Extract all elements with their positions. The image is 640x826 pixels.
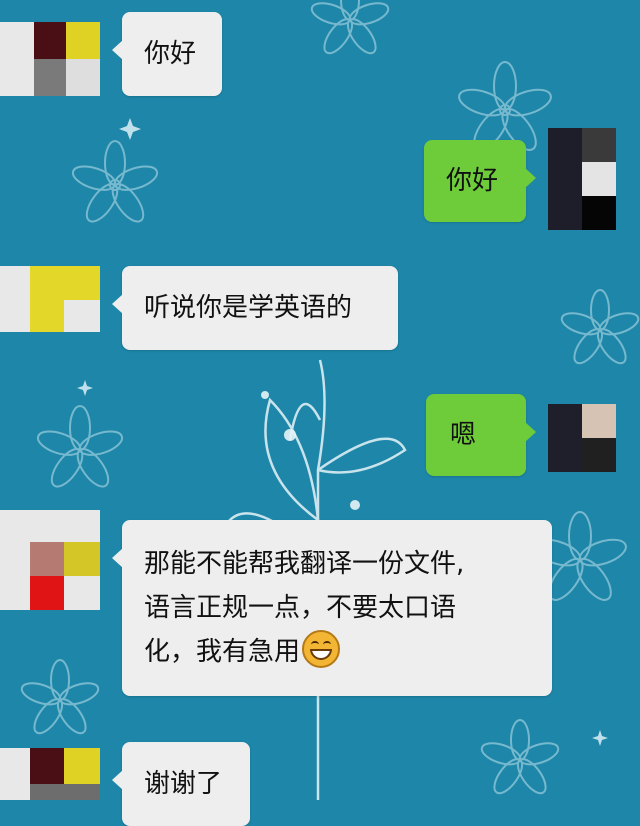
message-text: 你好 — [144, 39, 197, 69]
message-text: 你好 — [446, 166, 499, 196]
grinning-face-icon — [302, 630, 341, 668]
message-text: 嗯 — [450, 420, 477, 450]
message-bubble-sent[interactable]: 你好 — [424, 140, 536, 222]
message-line: 语言正规一点，不要太口语 — [144, 593, 457, 623]
message-line: 化，我有急用 — [144, 637, 301, 667]
contact-avatar[interactable] — [0, 266, 100, 332]
message-line: 那能不能帮我翻译一份文件, — [144, 549, 465, 579]
message-bubble-received[interactable]: 听说你是学英语的 — [112, 266, 398, 350]
message-line-with-emoji: 化，我有急用 — [144, 630, 542, 674]
contact-avatar[interactable] — [0, 748, 100, 800]
message-text: 谢谢了 — [144, 769, 223, 799]
contact-avatar[interactable] — [0, 510, 100, 610]
message-bubble-sent[interactable]: 嗯 — [426, 394, 536, 476]
message-bubble-received[interactable]: 你好 — [112, 12, 222, 96]
contact-avatar[interactable] — [0, 22, 100, 96]
message-bubble-received[interactable]: 谢谢了 — [112, 742, 250, 826]
my-avatar[interactable] — [548, 404, 616, 472]
message-text: 听说你是学英语的 — [144, 293, 353, 323]
my-avatar[interactable] — [548, 128, 616, 230]
message-bubble-received[interactable]: 那能不能帮我翻译一份文件, 语言正规一点，不要太口语 化，我有急用 — [112, 520, 552, 696]
